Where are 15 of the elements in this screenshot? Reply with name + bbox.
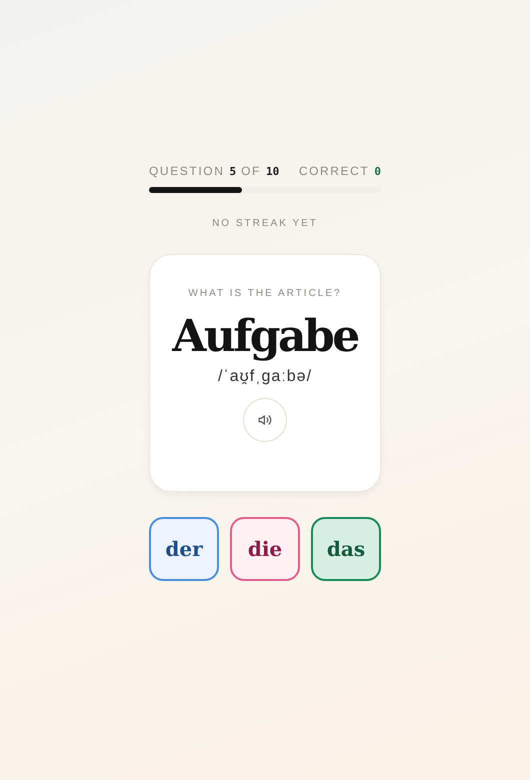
- question-number: 5: [229, 165, 236, 178]
- streak-text: NO STREAK YET: [212, 218, 318, 229]
- word-text: Aufgabe: [172, 311, 358, 362]
- question-total: 10: [266, 165, 280, 178]
- pronunciation-text: /ˈaʊ̯fˌɡaːbə/: [218, 368, 312, 386]
- article-button[interactable]: der: [149, 517, 219, 581]
- correct-label: CORRECT: [298, 164, 370, 178]
- article-button[interactable]: die: [230, 517, 300, 581]
- correct-count: 0: [374, 165, 381, 178]
- of-label: OF: [241, 164, 261, 178]
- question-label: QUESTION: [149, 164, 224, 178]
- prompt-text: WHAT IS THE ARTICLE?: [188, 288, 342, 299]
- play-sound-button[interactable]: [243, 398, 287, 442]
- speaker-icon: [258, 413, 272, 427]
- article-button[interactable]: das: [311, 517, 381, 581]
